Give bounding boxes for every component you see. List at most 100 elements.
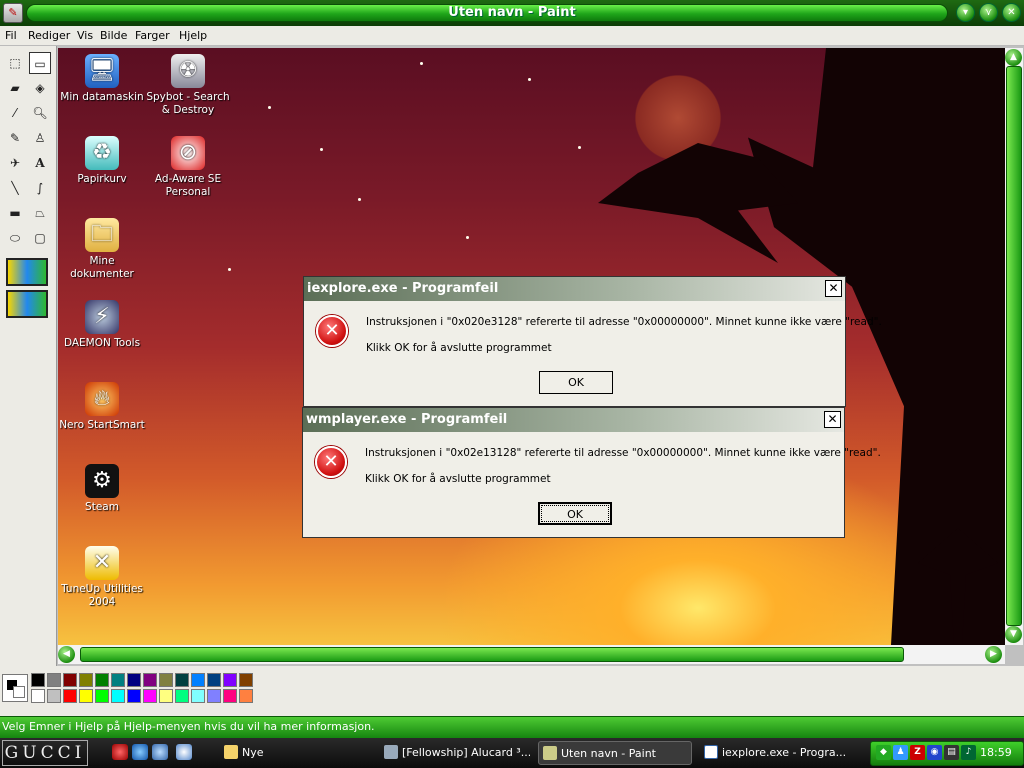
daemon-tools-icon: ⚡: [85, 300, 119, 334]
antivirus-icon[interactable]: ◉: [927, 745, 942, 760]
ok-button[interactable]: OK: [538, 502, 612, 525]
desktop-icon-tuneup[interactable]: ✕ TuneUp Utilities 2004: [58, 546, 146, 609]
dialog-title: iexplore.exe - Programfeil: [307, 281, 499, 296]
taskbar-item-iexplore[interactable]: iexplore.exe - Progra...: [700, 741, 860, 765]
desktop-icon-papirkurv[interactable]: ♻ Papirkurv: [58, 136, 146, 186]
palette-swatch[interactable]: [47, 689, 61, 703]
opera-icon[interactable]: [112, 744, 128, 760]
error-icon: ✕: [316, 315, 348, 347]
rounded-rect-icon[interactable]: ▢: [29, 227, 51, 249]
folder-icon: [224, 745, 238, 759]
scroll-left-icon[interactable]: ◀: [58, 646, 75, 663]
palette-swatch[interactable]: [175, 673, 189, 687]
desktop-icon-steam[interactable]: ⚙ Steam: [58, 464, 146, 514]
desktop-icon-min-datamaskin[interactable]: 🖥︎ Min datamaskin: [58, 54, 146, 104]
messenger-icon[interactable]: ♟: [893, 745, 908, 760]
zonealarm-icon[interactable]: Z: [910, 745, 925, 760]
spybot-icon: ☢: [171, 54, 205, 88]
monitor-icon[interactable]: ▤: [944, 745, 959, 760]
palette-swatch[interactable]: [47, 673, 61, 687]
palette-swatch[interactable]: [111, 673, 125, 687]
tool-option-opaque-icon[interactable]: [6, 290, 48, 318]
brush-icon[interactable]: ♙: [29, 127, 51, 149]
palette-swatch[interactable]: [207, 673, 221, 687]
menu-rediger[interactable]: Rediger: [28, 28, 70, 44]
eraser-icon[interactable]: ▰: [4, 77, 26, 99]
color-picker-icon[interactable]: ⁄: [4, 102, 26, 124]
text-tool-icon[interactable]: A: [29, 152, 51, 174]
tuneup-icon: ✕: [85, 546, 119, 580]
desktop-icon-mine-dokumenter[interactable]: 🗀 Mine dokumenter: [58, 218, 146, 281]
scroll-up-icon[interactable]: ▲: [1005, 49, 1022, 66]
scroll-right-icon[interactable]: ▶: [985, 646, 1002, 663]
error-dialog-wmplayer: wmplayer.exe - Programfeil ✕ ✕ Instruksj…: [302, 407, 881, 538]
adaware-icon: ⊘: [171, 136, 205, 170]
scroll-down-icon[interactable]: ▼: [1005, 626, 1022, 643]
palette-swatch[interactable]: [79, 689, 93, 703]
palette-swatch[interactable]: [159, 673, 173, 687]
internet-explorer-icon[interactable]: [132, 744, 148, 760]
horizontal-scroll-thumb[interactable]: [80, 647, 904, 662]
menu-hjelp[interactable]: Hjelp: [179, 28, 207, 44]
vertical-scroll-thumb[interactable]: [1006, 66, 1022, 626]
close-icon[interactable]: ✕: [824, 411, 841, 428]
taskbar-item-paint[interactable]: Uten navn - Paint: [538, 741, 692, 765]
dialog-title-bar[interactable]: wmplayer.exe - Programfeil ✕: [303, 408, 844, 432]
palette-swatch[interactable]: [223, 689, 237, 703]
taskbar-item-fellowship[interactable]: [Fellowship] Alucard ³...: [380, 741, 530, 765]
volume-icon[interactable]: ♪: [961, 745, 976, 760]
palette-swatch[interactable]: [111, 689, 125, 703]
palette-swatch[interactable]: [95, 673, 109, 687]
free-select-icon[interactable]: ⬚: [4, 52, 26, 74]
menu-farger[interactable]: Farger: [135, 28, 170, 44]
minimize-icon[interactable]: ▾: [956, 3, 975, 22]
desktop-icon-adaware[interactable]: ⊘ Ad-Aware SE Personal: [144, 136, 232, 199]
palette-swatch[interactable]: [159, 689, 173, 703]
dialog-title-bar[interactable]: iexplore.exe - Programfeil ✕: [304, 277, 845, 301]
taskbar-item-nye[interactable]: Nye: [220, 741, 370, 765]
palette-swatch[interactable]: [143, 673, 157, 687]
palette-swatch[interactable]: [79, 673, 93, 687]
palette-swatch[interactable]: [31, 673, 45, 687]
menu-bilde[interactable]: Bilde: [100, 28, 127, 44]
ok-button[interactable]: OK: [539, 371, 613, 394]
palette-swatch[interactable]: [95, 689, 109, 703]
palette-swatch[interactable]: [239, 673, 253, 687]
desktop-icon-spybot[interactable]: ☢ Spybot - Search & Destroy: [144, 54, 232, 117]
palette-swatch[interactable]: [223, 673, 237, 687]
magnifier-icon[interactable]: 🔍︎: [29, 102, 51, 124]
menu-fil[interactable]: Fil: [5, 28, 17, 44]
outlook-icon[interactable]: [152, 744, 168, 760]
network-icon[interactable]: ◆: [876, 745, 891, 760]
pencil-icon[interactable]: ✎: [4, 127, 26, 149]
palette-swatch[interactable]: [175, 689, 189, 703]
ellipse-icon[interactable]: ⬭: [4, 227, 26, 249]
palette-swatch[interactable]: [31, 689, 45, 703]
tool-option-transparent-icon[interactable]: [6, 258, 48, 286]
close-icon[interactable]: ✕: [1002, 3, 1021, 22]
palette-swatch[interactable]: [127, 673, 141, 687]
palette-swatch[interactable]: [143, 689, 157, 703]
palette-swatch[interactable]: [207, 689, 221, 703]
close-icon[interactable]: ✕: [825, 280, 842, 297]
curve-icon[interactable]: ∫: [29, 177, 51, 199]
desktop-icon-daemon-tools[interactable]: ⚡ DAEMON Tools: [58, 300, 146, 350]
palette-swatch[interactable]: [239, 689, 253, 703]
palette-swatch[interactable]: [191, 689, 205, 703]
window-title: Uten navn - Paint: [448, 5, 576, 20]
palette-swatch[interactable]: [191, 673, 205, 687]
polygon-icon[interactable]: ⏢: [29, 202, 51, 224]
start-button[interactable]: GUCCI: [2, 740, 88, 766]
media-player-icon[interactable]: [176, 744, 192, 760]
fill-bucket-icon[interactable]: ◈: [29, 77, 51, 99]
palette-swatch[interactable]: [63, 689, 77, 703]
line-icon[interactable]: ╲: [4, 177, 26, 199]
rect-select-icon[interactable]: ▭: [29, 52, 51, 74]
rectangle-icon[interactable]: ▬: [4, 202, 26, 224]
airbrush-icon[interactable]: ✈: [4, 152, 26, 174]
palette-swatch[interactable]: [127, 689, 141, 703]
menu-vis[interactable]: Vis: [77, 28, 93, 44]
palette-swatch[interactable]: [63, 673, 77, 687]
desktop-icon-nero[interactable]: 🔥︎ Nero StartSmart: [58, 382, 146, 432]
maximize-icon[interactable]: ⋎: [979, 3, 998, 22]
